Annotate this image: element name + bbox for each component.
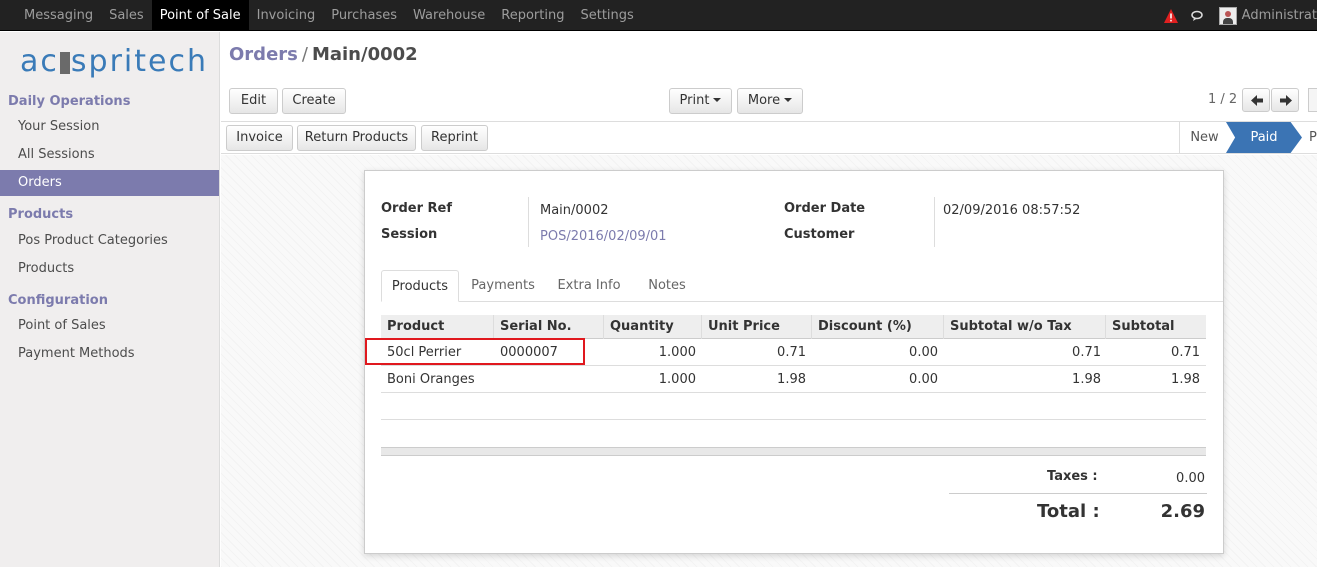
column-discount[interactable]: Discount (%): [812, 315, 944, 339]
stage-new[interactable]: New: [1179, 122, 1229, 153]
logo-text-right: spritech: [70, 44, 208, 79]
taxes-label: Taxes :: [1047, 469, 1098, 484]
highlight-annotation: [365, 338, 585, 365]
menu-point-of-sale[interactable]: Point of Sale: [151, 0, 249, 31]
print-button[interactable]: Print: [669, 88, 732, 114]
order-date-label: Order Date: [784, 201, 866, 216]
sidebar-item-your-session[interactable]: Your Session: [0, 114, 219, 140]
more-button[interactable]: More: [737, 88, 803, 114]
section-configuration: Configuration: [8, 293, 108, 308]
warning-icon[interactable]: [1163, 8, 1179, 24]
section-daily-operations: Daily Operations: [8, 94, 131, 109]
pager-value[interactable]: 1 / 2: [1208, 92, 1237, 107]
cell-product: Boni Oranges: [387, 372, 475, 387]
sidebar-item-all-sessions[interactable]: All Sessions: [0, 142, 219, 168]
menu-purchases[interactable]: Purchases: [323, 0, 405, 31]
logo-text-left: ac: [20, 44, 59, 79]
session-label: Session: [381, 227, 438, 242]
sidebar-item-orders[interactable]: Orders: [0, 170, 219, 196]
sidebar-item-pos-product-categories[interactable]: Pos Product Categories: [0, 228, 219, 254]
column-unit-price[interactable]: Unit Price: [702, 315, 812, 339]
menu-warehouse[interactable]: Warehouse: [405, 0, 493, 31]
stage-paid[interactable]: Paid: [1226, 122, 1302, 153]
column-subtotal-wo-tax[interactable]: Subtotal w/o Tax: [944, 315, 1106, 339]
edit-button[interactable]: Edit: [229, 88, 278, 114]
cell-subtotal-wo-tax: 0.71: [1072, 345, 1101, 360]
cell-quantity: 1.000: [658, 372, 696, 387]
cell-unit-price: 0.71: [777, 345, 806, 360]
menu-invoicing[interactable]: Invoicing: [249, 0, 324, 31]
menu-settings[interactable]: Settings: [572, 0, 641, 31]
stage-next[interactable]: P: [1309, 122, 1317, 153]
form-tabs: Products Payments Extra Info Notes: [381, 270, 1223, 302]
sidebar-item-products[interactable]: Products: [0, 256, 219, 282]
column-subtotal[interactable]: Subtotal: [1106, 315, 1206, 339]
company-logo: ac spritech: [20, 44, 210, 84]
field-separator: [934, 197, 935, 247]
page-title: Main/0002: [311, 44, 418, 65]
avatar[interactable]: [1218, 6, 1237, 25]
table-footer: [381, 447, 1206, 456]
menu-reporting[interactable]: Reporting: [493, 0, 572, 31]
total-label: Total :: [1037, 501, 1100, 522]
cell-subtotal-wo-tax: 1.98: [1072, 372, 1101, 387]
menu-messaging[interactable]: Messaging: [16, 0, 101, 31]
order-ref-label: Order Ref: [381, 201, 453, 216]
control-panel: Orders / Main/0002 Edit Create Print More …: [221, 32, 1317, 122]
sidebar-item-payment-methods[interactable]: Payment Methods: [0, 341, 219, 367]
cell-discount: 0.00: [909, 372, 938, 387]
taxes-value: 0.00: [1176, 471, 1205, 486]
chat-icon[interactable]: [1190, 10, 1205, 22]
tab-notes[interactable]: Notes: [635, 270, 699, 302]
breadcrumb-separator: /: [301, 44, 308, 65]
tab-extra-info[interactable]: Extra Info: [549, 270, 629, 302]
table-header: Product Serial No. Quantity Unit Price D…: [381, 315, 1206, 339]
app-menu: Messaging Sales Point of Sale Invoicing …: [16, 0, 642, 31]
chevron-down-icon: [784, 98, 793, 102]
field-separator: [528, 197, 529, 247]
sidebar-item-point-of-sales[interactable]: Point of Sales: [0, 313, 219, 339]
list-view-button[interactable]: [1308, 88, 1317, 112]
user-area: Administrat: [1163, 0, 1317, 31]
order-date-value: 02/09/2016 08:57:52: [943, 203, 1081, 218]
breadcrumb-orders[interactable]: Orders: [229, 44, 298, 65]
cell-discount: 0.00: [909, 345, 938, 360]
reprint-button[interactable]: Reprint: [421, 125, 488, 151]
menu-sales[interactable]: Sales: [101, 0, 152, 31]
column-product[interactable]: Product: [381, 315, 494, 339]
invoice-button[interactable]: Invoice: [226, 125, 293, 151]
status-bar: Invoice Return Products Reprint New Paid…: [221, 122, 1317, 154]
empty-row: [381, 393, 1206, 420]
logo-mark-icon: [59, 52, 70, 74]
tab-payments[interactable]: Payments: [465, 270, 541, 302]
create-button[interactable]: Create: [282, 88, 346, 114]
total-value: 2.69: [1160, 501, 1205, 522]
top-menu-bar: Messaging Sales Point of Sale Invoicing …: [0, 0, 1317, 31]
session-link[interactable]: POS/2016/02/09/01: [540, 229, 667, 244]
table-row[interactable]: Boni Oranges 1.000 1.98 0.00 1.98 1.98: [381, 366, 1206, 393]
breadcrumb: Orders / Main/0002: [229, 44, 418, 65]
chevron-down-icon: [713, 98, 722, 102]
section-products: Products: [8, 207, 74, 222]
order-ref-value: Main/0002: [540, 203, 609, 218]
cell-unit-price: 1.98: [777, 372, 806, 387]
column-serial-no[interactable]: Serial No.: [494, 315, 604, 339]
user-name[interactable]: Administrat: [1242, 8, 1317, 23]
cell-subtotal: 1.98: [1171, 372, 1200, 387]
tab-products[interactable]: Products: [381, 270, 459, 302]
totals-divider: [949, 493, 1207, 494]
column-quantity[interactable]: Quantity: [604, 315, 702, 339]
print-label: Print: [679, 93, 710, 108]
customer-label: Customer: [784, 227, 855, 242]
sidebar: ac spritech Daily Operations Your Session…: [0, 32, 220, 567]
pager-next-button[interactable]: [1271, 88, 1299, 112]
cell-subtotal: 0.71: [1171, 345, 1200, 360]
cell-quantity: 1.000: [658, 345, 696, 360]
return-products-button[interactable]: Return Products: [297, 125, 416, 151]
arrow-left-icon: [1251, 95, 1263, 106]
more-label: More: [747, 93, 781, 108]
pager-previous-button[interactable]: [1242, 88, 1270, 112]
arrow-right-icon: [1280, 95, 1292, 106]
